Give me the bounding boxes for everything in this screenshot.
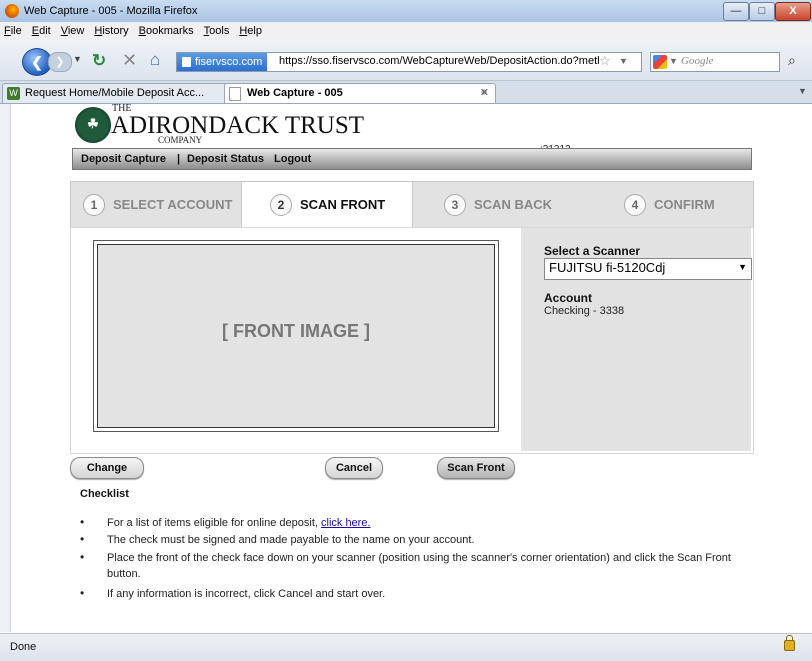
tab-favicon-icon: W [7, 87, 20, 100]
cancel-button[interactable]: Cancel [325, 457, 383, 479]
menu-bar: File Edit View History Bookmarks Tools Help [0, 22, 812, 40]
window-title-bar: Web Capture - 005 - Mozilla Firefox — □ … [0, 0, 812, 23]
search-engine-dropdown-icon[interactable]: ▼ [669, 56, 678, 66]
status-bar: Done [0, 633, 812, 661]
tab-label: Request Home/Mobile Deposit Acc... [25, 87, 205, 99]
status-text: Done [10, 641, 37, 653]
url-bar[interactable]: fiservsco.com https://sso.fiservsco.com/… [176, 52, 642, 72]
menu-help[interactable]: Help [239, 22, 262, 40]
checklist-text: The check must be signed and made payabl… [107, 534, 475, 546]
step-scan-back: 3 SCAN BACK [412, 182, 582, 228]
logo-bank-name: ADIRONDACK TRUST [111, 112, 365, 139]
menu-tools[interactable]: Tools [204, 22, 230, 40]
forward-button[interactable]: ❯ [48, 52, 72, 72]
tab-label: Web Capture - 005 [247, 87, 343, 99]
step-number: 2 [270, 194, 292, 216]
step-confirm: 4 CONFIRM [582, 182, 752, 228]
scanner-selected-value[interactable]: FUJITSU fi-5120Cdj [549, 260, 665, 275]
front-image-area: [ FRONT IMAGE ] [97, 244, 495, 428]
nav-deposit-status[interactable]: Deposit Status [187, 153, 264, 165]
app-nav-bar: Deposit Capture | Deposit Status Logout [72, 148, 752, 170]
bullet: • [80, 532, 85, 546]
step-select-account: 1 SELECT ACCOUNT [71, 182, 241, 228]
stop-icon[interactable]: ✕ [122, 50, 137, 71]
front-image-frame: [ FRONT IMAGE ] [93, 240, 499, 432]
tab-web-capture[interactable]: Web Capture - 005 ✕ [224, 83, 496, 103]
window-title: Web Capture - 005 - Mozilla Firefox [24, 5, 198, 17]
checklist-title: Checklist [80, 488, 129, 500]
page-icon [229, 87, 241, 101]
new-tab-icon[interactable]: + [474, 84, 494, 101]
close-window-button[interactable]: X [775, 2, 811, 21]
step-number: 1 [83, 194, 105, 216]
chevron-down-icon[interactable]: ▼ [738, 262, 747, 272]
menu-edit[interactable]: Edit [32, 22, 51, 40]
minimize-button[interactable]: — [723, 2, 749, 21]
search-icon[interactable]: ⌕ [788, 52, 796, 69]
nav-separator: | [177, 153, 181, 165]
step-scan-front: 2 SCAN FRONT [241, 182, 413, 228]
checklist-text: For a list of items eligible for online … [107, 517, 321, 529]
menu-bookmarks[interactable]: Bookmarks [139, 22, 194, 40]
menu-view[interactable]: View [61, 22, 85, 40]
progress-steps: 1 SELECT ACCOUNT 2 SCAN FRONT 3 SCAN BAC… [70, 181, 754, 229]
front-image-placeholder: [ FRONT IMAGE ] [222, 321, 370, 341]
tab-request-home[interactable]: W Request Home/Mobile Deposit Acc... ✕ [2, 83, 244, 103]
tab-list-icon[interactable]: ▼ [798, 86, 807, 96]
search-bar[interactable]: ▼ Google [650, 52, 780, 72]
bullet: • [80, 515, 85, 529]
url-dropdown-icon[interactable]: ▼ [619, 56, 628, 66]
menu-history[interactable]: History [94, 22, 128, 40]
nav-logout[interactable]: Logout [274, 153, 311, 165]
checklist-text: If any information is incorrect, click C… [107, 588, 386, 600]
site-identity-badge[interactable]: fiservsco.com [177, 53, 268, 71]
google-icon[interactable] [653, 55, 667, 69]
bookmark-star-icon[interactable]: ☆ [599, 53, 611, 69]
menu-file[interactable]: File [4, 22, 22, 40]
reload-icon[interactable]: ↻ [92, 51, 106, 71]
bank-seal-logo: ☘ [75, 107, 111, 143]
scanner-label: Select a Scanner [544, 244, 641, 258]
step-label: SELECT ACCOUNT [113, 197, 233, 212]
firefox-icon [5, 4, 19, 18]
step-label: CONFIRM [654, 197, 715, 212]
checklist-text: Place the front of the check face down o… [107, 552, 731, 580]
step-number: 4 [624, 194, 646, 216]
account-label: Account [544, 291, 592, 305]
step-label: SCAN BACK [474, 197, 552, 212]
bullet: • [80, 550, 85, 564]
tab-bar: W Request Home/Mobile Deposit Acc... ✕ W… [0, 81, 812, 104]
scan-front-button[interactable]: Scan Front [437, 457, 515, 479]
history-dropdown-icon[interactable]: ▼ [73, 54, 82, 64]
scanner-select[interactable]: FUJITSU fi-5120Cdj ▼ [544, 258, 752, 280]
search-placeholder: Google [681, 55, 714, 67]
lock-icon[interactable] [784, 635, 795, 651]
nav-deposit-capture[interactable]: Deposit Capture [81, 153, 166, 165]
sidebar-edge [0, 104, 11, 632]
logo-company: COMPANY [158, 135, 203, 145]
url-text[interactable]: https://sso.fiservsco.com/WebCaptureWeb/… [279, 55, 599, 67]
maximize-button[interactable]: □ [749, 2, 775, 21]
navigation-toolbar: ❮ ❯ ▼ ↻ ✕ ⌂ fiservsco.com https://sso.fi… [0, 40, 812, 81]
account-value: Checking - 3338 [544, 305, 625, 317]
step-label: SCAN FRONT [300, 197, 386, 212]
home-icon[interactable]: ⌂ [150, 50, 160, 70]
bullet: • [80, 586, 85, 600]
click-here-link[interactable]: click here. [321, 517, 371, 529]
step-number: 3 [444, 194, 466, 216]
change-button[interactable]: Change [70, 457, 144, 479]
